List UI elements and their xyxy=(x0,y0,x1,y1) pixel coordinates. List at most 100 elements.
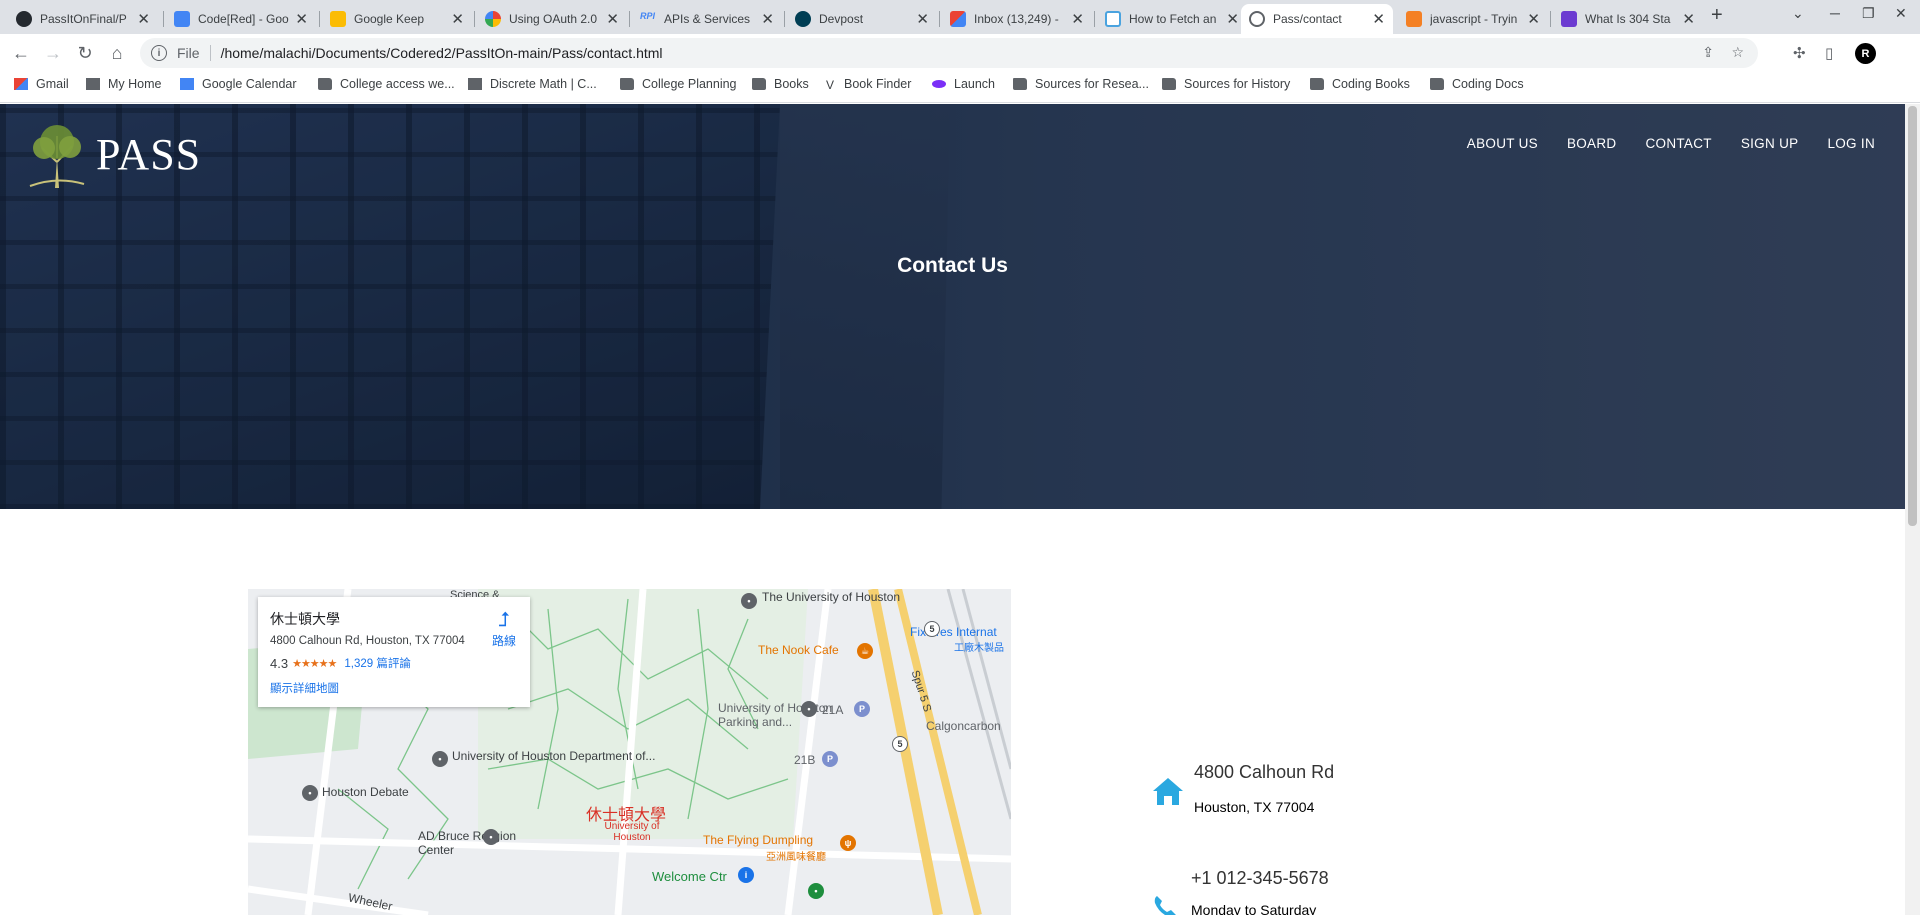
nav-sign-up[interactable]: SIGN UP xyxy=(1741,136,1799,151)
nav-contact[interactable]: CONTACT xyxy=(1645,136,1711,151)
nav-board[interactable]: BOARD xyxy=(1567,136,1617,151)
reload-icon[interactable]: ↻ xyxy=(72,40,98,66)
home-icon[interactable]: ⌂ xyxy=(104,40,130,66)
close-icon[interactable]: ✕ xyxy=(761,10,774,28)
landmark-pin[interactable]: • xyxy=(483,829,499,845)
close-icon[interactable]: ✕ xyxy=(606,10,619,28)
close-icon[interactable]: ✕ xyxy=(1682,10,1695,28)
cafe-pin[interactable]: ☕ xyxy=(857,643,873,659)
restaurant-pin[interactable]: ψ xyxy=(840,835,856,851)
map-label-calgon[interactable]: Calgoncarbon xyxy=(926,719,1001,733)
site-icon xyxy=(1561,11,1577,27)
tab-stackoverflow[interactable]: javascript - Tryin ✕ xyxy=(1398,4,1548,34)
view-larger-map-link[interactable]: 顯示詳細地圖 xyxy=(270,680,339,696)
tab-github[interactable]: PassItOnFinal/P ✕ xyxy=(8,4,158,34)
business-hours: Monday to Saturday xyxy=(1191,902,1317,915)
landmark-pin[interactable]: • xyxy=(808,883,824,899)
minimize-icon[interactable]: ─ xyxy=(1830,5,1840,21)
map-label-welcome[interactable]: Welcome Ctr xyxy=(652,869,727,884)
google-keep-icon xyxy=(330,11,346,27)
address-bar[interactable]: i File /home/malachi/Documents/Codered2/… xyxy=(140,38,1758,68)
landmark-pin[interactable]: • xyxy=(432,751,448,767)
site-icon xyxy=(468,78,482,90)
parking-pin[interactable]: P xyxy=(822,751,838,767)
map-label-univ[interactable]: The University of Houston xyxy=(762,591,900,604)
close-icon[interactable]: ✕ xyxy=(916,10,929,28)
bookmark-google-calendar[interactable]: Google Calendar xyxy=(180,77,297,91)
browser-toolbar: ← → ↻ ⌂ i File /home/malachi/Documents/C… xyxy=(0,34,1920,72)
side-panel-icon[interactable]: ▯ xyxy=(1825,44,1833,62)
extensions-icon[interactable]: ✣ xyxy=(1793,44,1806,62)
phone-number[interactable]: +1 012-345-5678 xyxy=(1191,868,1329,889)
bookmark-launch[interactable]: Launch xyxy=(932,77,995,91)
globe-icon xyxy=(1249,11,1265,27)
parking-landmark-pin[interactable]: • xyxy=(801,701,817,717)
info-icon[interactable]: i xyxy=(151,45,167,61)
tab-docs[interactable]: Code[Red] - Goo ✕ xyxy=(166,4,316,34)
forward-icon[interactable]: → xyxy=(40,40,66,66)
close-icon[interactable]: ✕ xyxy=(1372,10,1385,28)
url-scheme: File xyxy=(177,45,200,61)
scrollbar-thumb[interactable] xyxy=(1908,106,1917,526)
close-icon[interactable]: ✕ xyxy=(1527,10,1540,28)
close-icon[interactable]: ✕ xyxy=(1226,10,1239,28)
map-label-center-sub: University of Houston xyxy=(604,821,660,843)
nav-log-in[interactable]: LOG IN xyxy=(1827,136,1875,151)
close-icon[interactable]: ✕ xyxy=(137,10,150,28)
share-icon[interactable]: ⇪ xyxy=(1702,44,1714,61)
close-icon[interactable]: ✕ xyxy=(295,10,308,28)
bookmark-star-icon[interactable]: ☆ xyxy=(1731,44,1744,61)
map-label-ad-bruce[interactable]: AD Bruce Religion Center xyxy=(418,829,528,857)
landmark-pin[interactable]: • xyxy=(741,593,757,609)
site-icon: V xyxy=(826,78,835,92)
tab-304[interactable]: What Is 304 Sta ✕ xyxy=(1553,4,1703,34)
page-scrollbar[interactable] xyxy=(1905,104,1920,915)
bookmark-coding-docs[interactable]: Coding Docs xyxy=(1430,77,1524,91)
bookmark-book-finder[interactable]: V Book Finder xyxy=(826,77,911,92)
map-label-fixtures[interactable]: Fixtures Internat xyxy=(910,625,997,639)
bookmark-my-home[interactable]: My Home xyxy=(86,77,161,91)
restore-icon[interactable]: ❐ xyxy=(1862,5,1875,22)
url-text[interactable]: /home/malachi/Documents/Codered2/PassItO… xyxy=(221,45,663,61)
directions-button[interactable]: ⮥ 路線 xyxy=(492,609,516,649)
main-nav: ABOUT US BOARD CONTACT SIGN UP LOG IN xyxy=(1467,136,1875,151)
tab-pass-contact[interactable]: Pass/contact ✕ xyxy=(1241,4,1393,34)
tab-search-icon[interactable]: ⌄ xyxy=(1792,5,1804,22)
bookmark-coding-books[interactable]: Coding Books xyxy=(1310,77,1410,91)
gmail-icon xyxy=(14,78,28,90)
map-label-flying-dumpling[interactable]: The Flying Dumpling xyxy=(703,833,813,847)
info-center-pin[interactable]: i xyxy=(738,867,754,883)
bookmark-books[interactable]: Books xyxy=(752,77,809,91)
bookmark-college-access[interactable]: College access we... xyxy=(318,77,455,91)
map-label-dept[interactable]: University of Houston Department of... xyxy=(452,749,655,763)
reviews-link[interactable]: 1,329 篇評論 xyxy=(344,655,410,671)
map-label-nook-cafe[interactable]: The Nook Cafe xyxy=(758,643,839,657)
map-place-card: 休士頓大學 4800 Calhoun Rd, Houston, TX 77004… xyxy=(258,597,530,707)
embedded-map[interactable]: The University of Houston • The Nook Caf… xyxy=(248,589,1011,915)
landmark-pin[interactable]: • xyxy=(302,785,318,801)
profile-avatar[interactable]: R xyxy=(1855,43,1876,64)
tab-keep[interactable]: Google Keep ✕ xyxy=(322,4,472,34)
tab-apis[interactable]: RPI APIs & Services ✕ xyxy=(632,4,782,34)
bookmark-discrete-math[interactable]: Discrete Math | C... xyxy=(468,77,597,91)
tab-devpost[interactable]: Devpost ✕ xyxy=(787,4,937,34)
tab-gmail[interactable]: Inbox (13,249) - ✕ xyxy=(942,4,1092,34)
bookmark-sources-research[interactable]: Sources for Resea... xyxy=(1013,77,1149,91)
back-icon[interactable]: ← xyxy=(8,40,34,66)
place-name: 休士頓大學 xyxy=(270,611,340,627)
nav-about-us[interactable]: ABOUT US xyxy=(1467,136,1538,151)
close-icon[interactable]: ✕ xyxy=(451,10,464,28)
bookmark-gmail[interactable]: Gmail xyxy=(14,77,69,91)
tab-oauth[interactable]: Using OAuth 2.0 ✕ xyxy=(477,4,627,34)
site-logo[interactable]: PASS xyxy=(22,118,201,190)
bookmark-sources-history[interactable]: Sources for History xyxy=(1162,77,1290,91)
parking-pin[interactable]: P xyxy=(854,701,870,717)
bookmark-college-planning[interactable]: College Planning xyxy=(620,77,737,91)
close-icon[interactable]: ✕ xyxy=(1071,10,1084,28)
page-title: Contact Us xyxy=(897,254,1008,277)
tab-fetch[interactable]: How to Fetch an ✕ xyxy=(1097,4,1247,34)
new-tab-button[interactable]: + xyxy=(1711,4,1723,27)
close-window-icon[interactable]: ✕ xyxy=(1895,5,1907,22)
hero-banner: PASS ABOUT US BOARD CONTACT SIGN UP LOG … xyxy=(0,104,1905,509)
map-label-debate[interactable]: Houston Debate xyxy=(322,785,409,799)
